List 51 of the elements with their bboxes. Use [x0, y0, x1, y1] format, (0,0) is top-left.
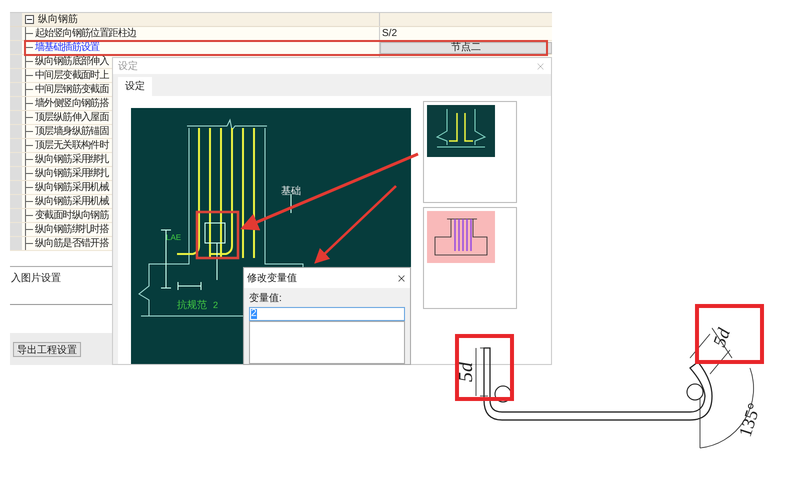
export-settings-button[interactable]: 导出工程设置	[13, 342, 81, 356]
property-label[interactable]: 纵向钢筋绑扎时搭	[35, 222, 109, 237]
row-header	[10, 181, 22, 194]
property-label[interactable]: 顶层无关联构件时	[35, 138, 109, 153]
property-label[interactable]: 起始竖向钢筋位置距柱边	[35, 26, 136, 41]
close-icon[interactable]	[396, 272, 407, 284]
rebar-straight-drawing	[427, 211, 495, 263]
property-label[interactable]: 纵向钢筋采用机械	[35, 180, 109, 195]
row-header	[10, 139, 22, 152]
property-label[interactable]: 变截面时纵向钢筋	[35, 208, 109, 223]
property-label[interactable]: 顶层纵筋伸入屋面	[35, 110, 109, 125]
row-header	[10, 27, 22, 40]
thumbnail-card[interactable]	[423, 207, 517, 309]
property-label[interactable]: 中间层钢筋变截面	[35, 82, 109, 97]
row-header	[10, 55, 22, 68]
collapse-toggle-icon[interactable]	[25, 15, 34, 24]
row-header	[10, 69, 22, 82]
dialog-title: 设定	[118, 60, 138, 74]
field-label: 变量值:	[249, 292, 283, 306]
row-header	[10, 237, 22, 250]
property-label[interactable]: 墙基础插筋设置	[35, 40, 100, 55]
property-label[interactable]: 顶层墙身纵筋锚固	[35, 124, 109, 139]
row-header	[10, 195, 22, 208]
row-header	[10, 41, 22, 54]
rebar-bent-drawing	[427, 105, 495, 157]
property-label[interactable]: 墙外侧竖向钢筋搭	[35, 96, 109, 111]
row-header	[10, 111, 22, 124]
panel-text: 入图片设置	[10, 272, 62, 286]
property-label[interactable]: 中间层变截面时上	[35, 68, 109, 83]
row-header	[10, 97, 22, 110]
property-value: S/2	[381, 27, 398, 41]
highlight-frame	[455, 334, 514, 401]
row-header	[10, 209, 22, 222]
row-header	[10, 83, 22, 96]
row-header	[10, 153, 22, 166]
property-label[interactable]: 纵向钢筋采用机械	[35, 194, 109, 209]
row-header	[10, 167, 22, 180]
property-label[interactable]: 纵向钢筋底部伸入	[35, 54, 109, 69]
property-label[interactable]: 纵向筋是否错开搭	[35, 236, 109, 251]
highlight-frame	[695, 304, 764, 364]
row-header	[10, 223, 22, 236]
property-label[interactable]: 纵向钢筋采用绑扎	[35, 152, 109, 167]
property-value-button[interactable]: 节点二	[380, 42, 552, 54]
stirrup-hook-drawing: 5d 5d 135°	[450, 288, 780, 458]
property-label[interactable]: 纵向钢筋采用绑扎	[35, 166, 109, 181]
row-header	[10, 13, 22, 26]
row-header	[10, 125, 22, 138]
dialog-title: 修改变量值	[247, 272, 297, 286]
tab[interactable]: 设定	[118, 77, 152, 96]
group-label: 纵向钢筋	[38, 13, 78, 27]
thumbnail-card[interactable]	[423, 101, 517, 203]
